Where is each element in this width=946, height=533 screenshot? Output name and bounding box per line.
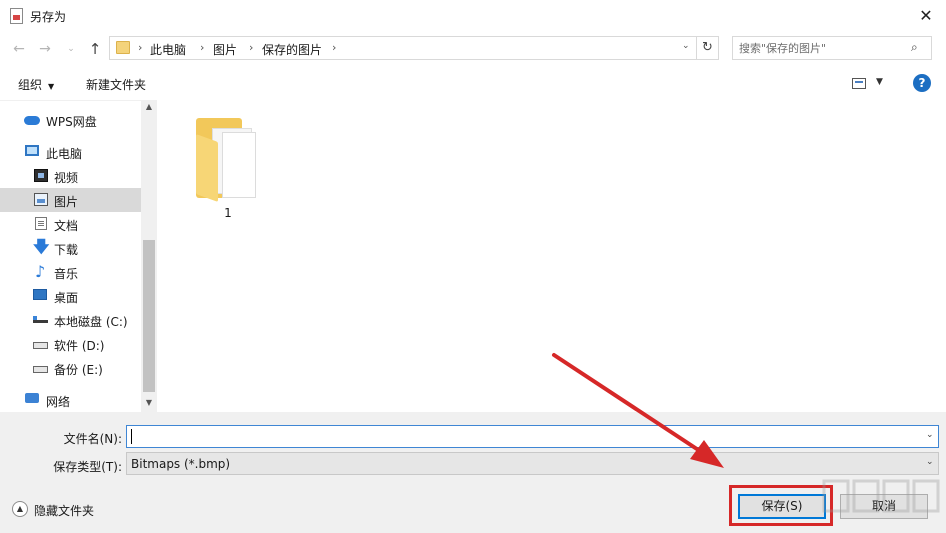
sidebar-item-label: 桌面 [54, 291, 79, 305]
pictures-icon [34, 193, 48, 206]
breadcrumb-separator: › [332, 41, 337, 54]
save-button[interactable]: 保存(S) [738, 494, 826, 519]
cloud-icon [24, 116, 40, 125]
title-bar [0, 0, 946, 32]
drive-e-icon [33, 366, 48, 373]
sidebar-item-drive-e[interactable]: 备份 (E:) [0, 356, 141, 380]
toolbar: 组织 ▼ 新建文件夹 ▼ [0, 70, 946, 98]
app-icon [10, 8, 23, 24]
up-button[interactable]: ↑ [84, 38, 106, 60]
sidebar-item-label: 图片 [54, 195, 79, 209]
scroll-down-icon[interactable]: ▼ [141, 398, 157, 412]
filetype-value: Bitmaps (*.bmp) [131, 457, 231, 471]
back-button[interactable]: ← [8, 38, 30, 60]
caret-down-icon: ▼ [48, 82, 55, 91]
breadcrumb-saved-pictures[interactable]: 保存的图片 [262, 41, 322, 58]
sidebar-item-drive-c[interactable]: 本地磁盘 (C:) [0, 308, 141, 332]
chevron-up-icon: ▲ [12, 501, 28, 517]
close-button[interactable]: ✕ [906, 0, 946, 32]
folder-name: 1 [224, 206, 232, 220]
text-caret [131, 429, 132, 444]
sidebar-item-music[interactable]: ♪ 音乐 [0, 260, 141, 284]
sidebar-item-videos[interactable]: 视频 [0, 164, 141, 188]
new-folder-button[interactable]: 新建文件夹 [86, 76, 146, 93]
sidebar-item-documents[interactable]: 文档 [0, 212, 141, 236]
filetype-dropdown-button[interactable]: ⌄ [926, 457, 934, 467]
search-input[interactable] [733, 37, 908, 59]
filename-field[interactable]: ⌄ [126, 425, 939, 448]
search-icon[interactable]: ⌕ [911, 40, 918, 55]
folder-icon-front [196, 133, 218, 203]
sidebar-item-desktop[interactable]: 桌面 [0, 284, 141, 308]
scroll-up-icon[interactable]: ▲ [141, 102, 157, 116]
breadcrumb-this-pc[interactable]: 此电脑 [150, 41, 186, 58]
sidebar-item-label: WPS网盘 [46, 115, 97, 129]
watermark-logo [822, 479, 940, 513]
address-dropdown-button[interactable]: ⌄ [682, 41, 690, 51]
filename-input[interactable] [127, 426, 917, 447]
breadcrumb-pictures[interactable]: 图片 [213, 41, 237, 58]
sidebar-item-label: 本地磁盘 (C:) [54, 315, 128, 329]
organize-label: 组织 [18, 78, 43, 92]
documents-icon [35, 217, 47, 230]
drive-d-icon [33, 342, 48, 349]
sidebar-item-label: 文档 [54, 219, 79, 233]
address-bar[interactable]: › 此电脑 › 图片 › 保存的图片 › ⌄ [109, 36, 697, 60]
search-box[interactable]: ⌕ [732, 36, 932, 60]
sidebar-item-label: 此电脑 [46, 147, 83, 161]
video-icon [34, 169, 48, 182]
network-icon [25, 393, 39, 403]
refresh-button[interactable]: ↻ [697, 36, 719, 60]
window-title: 另存为 [30, 10, 67, 24]
sidebar-item-network[interactable]: 网络 [0, 388, 141, 412]
sidebar-item-label: 音乐 [54, 267, 79, 281]
organize-button[interactable]: 组织 ▼ [18, 76, 54, 93]
breadcrumb-separator: › [138, 41, 143, 54]
sidebar-item-pictures[interactable]: 图片 [0, 188, 141, 212]
sidebar-item-drive-d[interactable]: 软件 (D:) [0, 332, 141, 356]
computer-icon [25, 145, 39, 156]
folder-item[interactable]: 1 [188, 112, 270, 222]
sidebar-item-label: 下载 [54, 243, 79, 257]
view-icon[interactable] [852, 78, 866, 89]
help-icon[interactable]: ? [913, 74, 931, 92]
drive-c-icon [33, 316, 48, 323]
sidebar-item-this-pc[interactable]: 此电脑 [0, 140, 141, 164]
breadcrumb-separator: › [249, 41, 254, 54]
sidebar-scroll-thumb[interactable] [143, 240, 155, 392]
folder-icon [116, 41, 130, 54]
forward-button[interactable]: → [34, 38, 56, 60]
filename-label: 文件名(N): [63, 432, 122, 446]
sidebar-item-label: 网络 [46, 395, 71, 409]
filetype-label: 保存类型(T): [53, 460, 122, 474]
music-icon: ♪ [35, 262, 46, 281]
navigation-pane: WPS网盘 此电脑 视频 图片 文档 🡇 下载 ♪ 音乐 桌面 本地磁盘 (C:… [0, 100, 157, 412]
sidebar-item-downloads[interactable]: 🡇 下载 [0, 236, 141, 260]
breadcrumb-separator: › [200, 41, 205, 54]
sidebar-item-label: 软件 (D:) [54, 339, 105, 353]
view-dropdown-button[interactable]: ▼ [876, 77, 883, 87]
folder-icon [196, 118, 256, 203]
download-icon: 🡇 [33, 237, 50, 256]
sidebar-item-label: 备份 (E:) [54, 363, 103, 377]
sidebar-item-wps-cloud[interactable]: WPS网盘 [0, 108, 141, 132]
filename-dropdown-button[interactable]: ⌄ [926, 430, 934, 440]
hide-folders-label: 隐藏文件夹 [34, 504, 95, 518]
recent-locations-button[interactable]: ⌄ [60, 38, 82, 60]
file-list[interactable] [158, 100, 946, 412]
filetype-select[interactable]: Bitmaps (*.bmp) ⌄ [126, 452, 939, 475]
desktop-icon [33, 289, 47, 300]
folder-icon-paper [222, 132, 256, 198]
sidebar-item-label: 视频 [54, 171, 79, 185]
